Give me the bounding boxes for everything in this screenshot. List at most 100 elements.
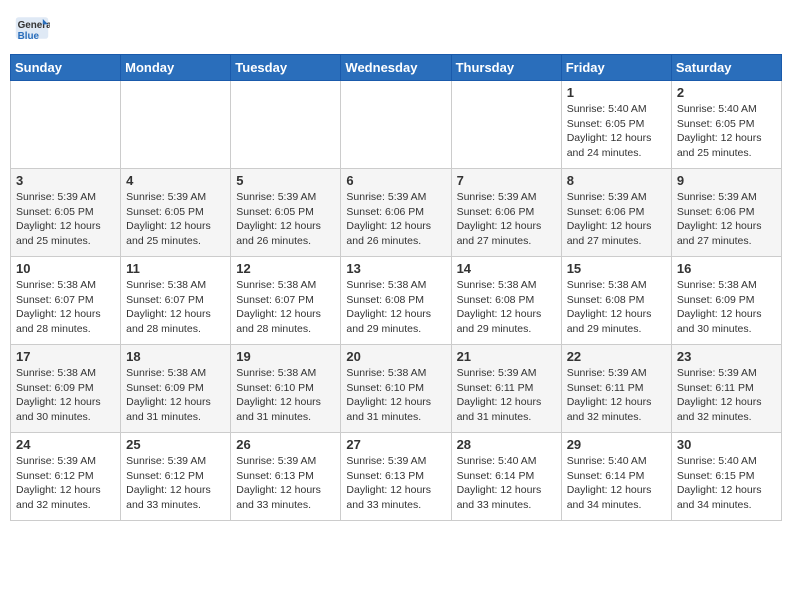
calendar-cell: 22 Sunrise: 5:39 AM Sunset: 6:11 PM Dayli… — [561, 345, 671, 433]
day-info: Sunrise: 5:39 AM Sunset: 6:06 PM Dayligh… — [346, 190, 445, 249]
day-info: Sunrise: 5:38 AM Sunset: 6:07 PM Dayligh… — [126, 278, 225, 337]
day-info: Sunrise: 5:38 AM Sunset: 6:08 PM Dayligh… — [346, 278, 445, 337]
column-header-wednesday: Wednesday — [341, 55, 451, 81]
day-info: Sunrise: 5:39 AM Sunset: 6:11 PM Dayligh… — [567, 366, 666, 425]
day-number: 15 — [567, 261, 666, 276]
calendar-cell: 15 Sunrise: 5:38 AM Sunset: 6:08 PM Dayli… — [561, 257, 671, 345]
calendar-cell: 2 Sunrise: 5:40 AM Sunset: 6:05 PM Daylig… — [671, 81, 781, 169]
calendar-cell: 10 Sunrise: 5:38 AM Sunset: 6:07 PM Dayli… — [11, 257, 121, 345]
calendar-cell: 5Sunrise: 5:39 AM Sunset: 6:05 PM Daylig… — [231, 169, 341, 257]
calendar-cell — [231, 81, 341, 169]
day-number: 9 — [677, 173, 776, 188]
calendar-cell — [451, 81, 561, 169]
calendar-cell: 27 Sunrise: 5:39 AM Sunset: 6:13 PM Dayli… — [341, 433, 451, 521]
day-info: Sunrise: 5:38 AM Sunset: 6:07 PM Dayligh… — [16, 278, 115, 337]
day-info: Sunrise: 5:39 AM Sunset: 6:13 PM Dayligh… — [346, 454, 445, 513]
day-info: Sunrise: 5:40 AM Sunset: 6:14 PM Dayligh… — [567, 454, 666, 513]
day-number: 6 — [346, 173, 445, 188]
calendar-cell: 9 Sunrise: 5:39 AM Sunset: 6:06 PM Daylig… — [671, 169, 781, 257]
calendar-cell: 25Sunrise: 5:39 AM Sunset: 6:12 PM Dayli… — [121, 433, 231, 521]
page-header: General Blue — [10, 10, 782, 46]
calendar-cell: 30 Sunrise: 5:40 AM Sunset: 6:15 PM Dayli… — [671, 433, 781, 521]
day-info: Sunrise: 5:39 AM Sunset: 6:05 PM Dayligh… — [16, 190, 115, 249]
day-info: Sunrise: 5:39 AM Sunset: 6:06 PM Dayligh… — [567, 190, 666, 249]
calendar-cell: 28 Sunrise: 5:40 AM Sunset: 6:14 PM Dayli… — [451, 433, 561, 521]
day-number: 22 — [567, 349, 666, 364]
day-info: Sunrise: 5:39 AM Sunset: 6:05 PM Dayligh… — [126, 190, 225, 249]
day-number: 30 — [677, 437, 776, 452]
calendar-cell: 13 Sunrise: 5:38 AM Sunset: 6:08 PM Dayli… — [341, 257, 451, 345]
calendar-cell: 23Sunrise: 5:39 AM Sunset: 6:11 PM Dayli… — [671, 345, 781, 433]
calendar-cell: 26Sunrise: 5:39 AM Sunset: 6:13 PM Dayli… — [231, 433, 341, 521]
day-info: Sunrise: 5:40 AM Sunset: 6:15 PM Dayligh… — [677, 454, 776, 513]
logo: General Blue — [14, 10, 50, 46]
calendar-cell: 4 Sunrise: 5:39 AM Sunset: 6:05 PM Daylig… — [121, 169, 231, 257]
day-number: 1 — [567, 85, 666, 100]
day-info: Sunrise: 5:38 AM Sunset: 6:10 PM Dayligh… — [346, 366, 445, 425]
column-header-friday: Friday — [561, 55, 671, 81]
column-header-saturday: Saturday — [671, 55, 781, 81]
day-info: Sunrise: 5:38 AM Sunset: 6:10 PM Dayligh… — [236, 366, 335, 425]
day-info: Sunrise: 5:39 AM Sunset: 6:12 PM Dayligh… — [126, 454, 225, 513]
column-header-thursday: Thursday — [451, 55, 561, 81]
calendar-week-row: 1 Sunrise: 5:40 AM Sunset: 6:05 PM Daylig… — [11, 81, 782, 169]
calendar-cell: 16Sunrise: 5:38 AM Sunset: 6:09 PM Dayli… — [671, 257, 781, 345]
calendar-cell: 11 Sunrise: 5:38 AM Sunset: 6:07 PM Dayli… — [121, 257, 231, 345]
day-number: 29 — [567, 437, 666, 452]
calendar-cell: 3 Sunrise: 5:39 AM Sunset: 6:05 PM Daylig… — [11, 169, 121, 257]
calendar-table: SundayMondayTuesdayWednesdayThursdayFrid… — [10, 54, 782, 521]
day-number: 13 — [346, 261, 445, 276]
day-number: 4 — [126, 173, 225, 188]
column-header-tuesday: Tuesday — [231, 55, 341, 81]
day-number: 20 — [346, 349, 445, 364]
day-number: 18 — [126, 349, 225, 364]
day-info: Sunrise: 5:40 AM Sunset: 6:05 PM Dayligh… — [677, 102, 776, 161]
day-number: 27 — [346, 437, 445, 452]
day-number: 7 — [457, 173, 556, 188]
calendar-cell: 7 Sunrise: 5:39 AM Sunset: 6:06 PM Daylig… — [451, 169, 561, 257]
logo-icon: General Blue — [14, 10, 50, 46]
day-number: 12 — [236, 261, 335, 276]
calendar-cell: 18 Sunrise: 5:38 AM Sunset: 6:09 PM Dayli… — [121, 345, 231, 433]
day-number: 11 — [126, 261, 225, 276]
calendar-cell — [121, 81, 231, 169]
calendar-header-row: SundayMondayTuesdayWednesdayThursdayFrid… — [11, 55, 782, 81]
day-info: Sunrise: 5:38 AM Sunset: 6:08 PM Dayligh… — [457, 278, 556, 337]
day-number: 10 — [16, 261, 115, 276]
calendar-cell: 6 Sunrise: 5:39 AM Sunset: 6:06 PM Daylig… — [341, 169, 451, 257]
calendar-cell: 12 Sunrise: 5:38 AM Sunset: 6:07 PM Dayli… — [231, 257, 341, 345]
day-number: 28 — [457, 437, 556, 452]
day-info: Sunrise: 5:39 AM Sunset: 6:13 PM Dayligh… — [236, 454, 335, 513]
calendar-week-row: 10 Sunrise: 5:38 AM Sunset: 6:07 PM Dayli… — [11, 257, 782, 345]
day-info: Sunrise: 5:38 AM Sunset: 6:08 PM Dayligh… — [567, 278, 666, 337]
column-header-monday: Monday — [121, 55, 231, 81]
calendar-cell: 1Sunrise: 5:40 AM Sunset: 6:05 PM Daylig… — [561, 81, 671, 169]
day-number: 3 — [16, 173, 115, 188]
calendar-cell: 14 Sunrise: 5:38 AM Sunset: 6:08 PM Dayli… — [451, 257, 561, 345]
column-header-sunday: Sunday — [11, 55, 121, 81]
calendar-cell: 8Sunrise: 5:39 AM Sunset: 6:06 PM Daylig… — [561, 169, 671, 257]
day-info: Sunrise: 5:38 AM Sunset: 6:07 PM Dayligh… — [236, 278, 335, 337]
calendar-cell: 17 Sunrise: 5:38 AM Sunset: 6:09 PM Dayli… — [11, 345, 121, 433]
day-number: 19 — [236, 349, 335, 364]
svg-text:Blue: Blue — [18, 31, 40, 42]
calendar-cell: 24Sunrise: 5:39 AM Sunset: 6:12 PM Dayli… — [11, 433, 121, 521]
day-number: 14 — [457, 261, 556, 276]
day-info: Sunrise: 5:40 AM Sunset: 6:14 PM Dayligh… — [457, 454, 556, 513]
day-info: Sunrise: 5:39 AM Sunset: 6:06 PM Dayligh… — [457, 190, 556, 249]
day-number: 17 — [16, 349, 115, 364]
calendar-cell — [341, 81, 451, 169]
day-info: Sunrise: 5:38 AM Sunset: 6:09 PM Dayligh… — [677, 278, 776, 337]
day-number: 24 — [16, 437, 115, 452]
day-info: Sunrise: 5:39 AM Sunset: 6:06 PM Dayligh… — [677, 190, 776, 249]
calendar-cell: 29 Sunrise: 5:40 AM Sunset: 6:14 PM Dayli… — [561, 433, 671, 521]
calendar-cell — [11, 81, 121, 169]
calendar-cell: 20 Sunrise: 5:38 AM Sunset: 6:10 PM Dayli… — [341, 345, 451, 433]
calendar-week-row: 24 Sunrise: 5:39 AM Sunset: 6:12 PM Dayli… — [11, 433, 782, 521]
calendar-week-row: 17 Sunrise: 5:38 AM Sunset: 6:09 PM Dayli… — [11, 345, 782, 433]
day-info: Sunrise: 5:38 AM Sunset: 6:09 PM Dayligh… — [16, 366, 115, 425]
day-number: 23 — [677, 349, 776, 364]
day-info: Sunrise: 5:38 AM Sunset: 6:09 PM Dayligh… — [126, 366, 225, 425]
day-number: 2 — [677, 85, 776, 100]
calendar-cell: 19 Sunrise: 5:38 AM Sunset: 6:10 PM Dayli… — [231, 345, 341, 433]
